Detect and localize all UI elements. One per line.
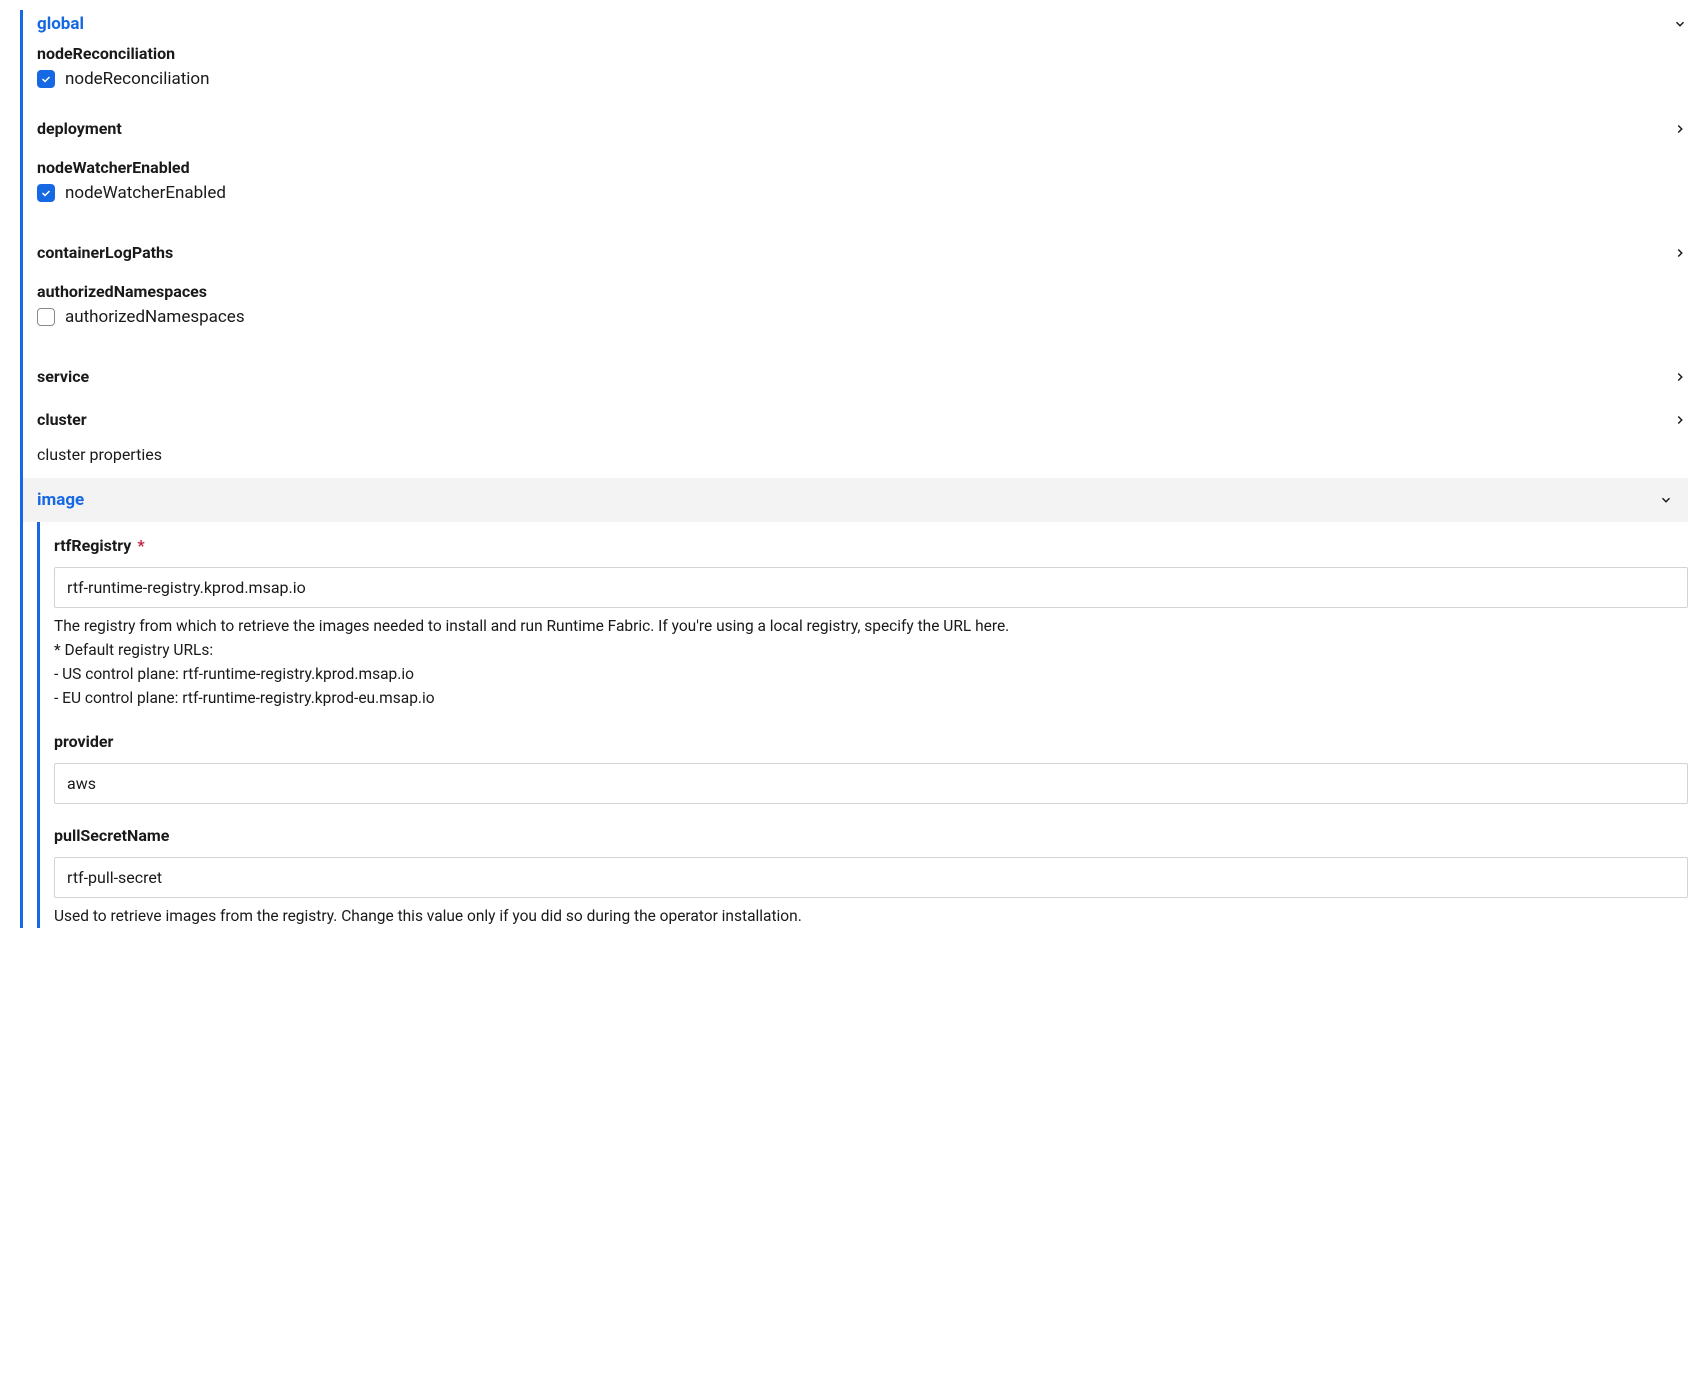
image-title: image (37, 490, 84, 510)
cluster-label: cluster (37, 410, 87, 429)
rtf-registry-help: The registry from which to retrieve the … (54, 614, 1688, 710)
deployment-row[interactable]: deployment (37, 107, 1688, 150)
node-reconciliation-checkbox-label: nodeReconciliation (65, 69, 209, 89)
chevron-down-icon (1658, 492, 1674, 508)
chevron-right-icon (1672, 245, 1688, 261)
image-section-header[interactable]: image (23, 478, 1688, 522)
required-star: * (137, 536, 144, 555)
pull-secret-name-help: Used to retrieve images from the registr… (54, 904, 1688, 928)
global-section-header[interactable]: global (37, 10, 1688, 44)
service-label: service (37, 367, 89, 386)
cluster-description: cluster properties (37, 445, 1688, 464)
node-reconciliation-checkbox[interactable] (37, 70, 55, 88)
rtf-registry-input[interactable] (54, 567, 1688, 608)
node-watcher-enabled-checkbox[interactable] (37, 184, 55, 202)
authorized-namespaces-label: authorizedNamespaces (37, 282, 1688, 301)
chevron-right-icon (1672, 412, 1688, 428)
pull-secret-name-label: pullSecretName (54, 826, 1688, 845)
cluster-row[interactable]: cluster (37, 398, 1688, 441)
deployment-label: deployment (37, 119, 122, 138)
service-row[interactable]: service (37, 355, 1688, 398)
chevron-down-icon (1672, 16, 1688, 32)
rtf-registry-label: rtfRegistry * (54, 536, 1688, 555)
provider-label: provider (54, 732, 1688, 751)
global-title: global (37, 14, 84, 34)
node-reconciliation-label: nodeReconciliation (37, 44, 1688, 63)
container-log-paths-row[interactable]: containerLogPaths (37, 231, 1688, 274)
provider-input[interactable] (54, 763, 1688, 804)
node-watcher-enabled-checkbox-label: nodeWatcherEnabled (65, 183, 226, 203)
node-watcher-enabled-label: nodeWatcherEnabled (37, 158, 1688, 177)
container-log-paths-label: containerLogPaths (37, 243, 173, 262)
authorized-namespaces-checkbox[interactable] (37, 308, 55, 326)
pull-secret-name-input[interactable] (54, 857, 1688, 898)
chevron-right-icon (1672, 121, 1688, 137)
rtf-registry-label-text: rtfRegistry (54, 536, 131, 555)
chevron-right-icon (1672, 369, 1688, 385)
authorized-namespaces-checkbox-label: authorizedNamespaces (65, 307, 245, 327)
